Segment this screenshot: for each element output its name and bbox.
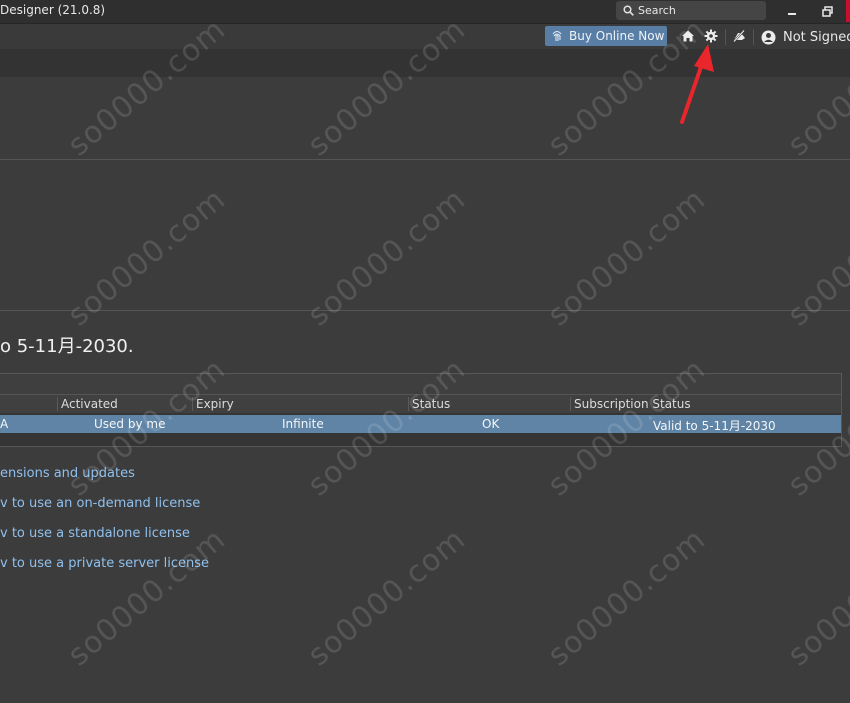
watermark: so0000.com [541,521,713,674]
user-icon [761,30,776,44]
restore-button[interactable] [812,0,842,22]
link-private-server-license[interactable]: v to use a private server license [0,556,209,571]
column-header-expiry[interactable]: Expiry [192,397,234,411]
cell-subscription-status: Valid to 5-11月-2030 [653,419,776,433]
toolbar-divider [753,29,754,45]
link-on-demand-license[interactable]: v to use an on-demand license [0,496,200,511]
title-bar: Designer (21.0.8) [0,0,850,24]
table-row[interactable]: A Used by me Infinite OK Valid to 5-11月-… [0,415,841,433]
watermark: so0000.com [301,521,473,674]
user-account-button[interactable]: Not Signed [761,27,850,47]
section-divider [0,159,850,160]
close-button-edge[interactable] [846,0,850,22]
search-input[interactable] [638,2,758,19]
user-status-label: Not Signed [783,29,850,45]
link-standalone-license[interactable]: v to use a standalone license [0,526,190,541]
home-icon[interactable] [681,29,695,43]
restore-icon [821,5,833,17]
buy-online-button[interactable]: Buy Online Now [545,26,667,46]
cell-name: A [0,417,9,431]
column-header-activated[interactable]: Activated [57,397,118,411]
toolbar: Buy Online Now Not Signed [0,24,850,50]
window-title: Designer (21.0.8) [0,3,106,17]
cell-status: OK [482,417,500,431]
search-icon [623,5,634,16]
notifications-off-icon[interactable] [732,29,746,43]
table-header: Activated Expiry Status Subscription Sta… [0,395,841,413]
sub-header-bar [0,50,850,77]
column-header-subscription-status[interactable]: Subscription Status [570,397,691,411]
cell-activated: Used by me [94,417,166,431]
table-toolbar [0,374,841,395]
license-expiry-heading: o 5-11月-2030. [0,336,134,357]
app-window: Designer (21.0.8) Buy O [0,0,850,703]
toolbar-divider [725,29,726,45]
link-extensions-updates[interactable]: ensions and updates [0,466,135,481]
column-header-status[interactable]: Status [408,397,450,411]
license-table: Activated Expiry Status Subscription Sta… [0,373,842,447]
fingerprint-icon [552,30,562,41]
buy-online-label: Buy Online Now [569,29,665,43]
search-box[interactable] [616,1,766,20]
watermark: so0000.com [781,521,850,674]
minimize-icon [788,13,796,15]
watermark: so0000.com [61,521,233,674]
section-divider [0,310,850,311]
minimize-button[interactable] [777,0,807,22]
cell-expiry: Infinite [282,417,324,431]
gear-icon[interactable] [704,29,718,43]
